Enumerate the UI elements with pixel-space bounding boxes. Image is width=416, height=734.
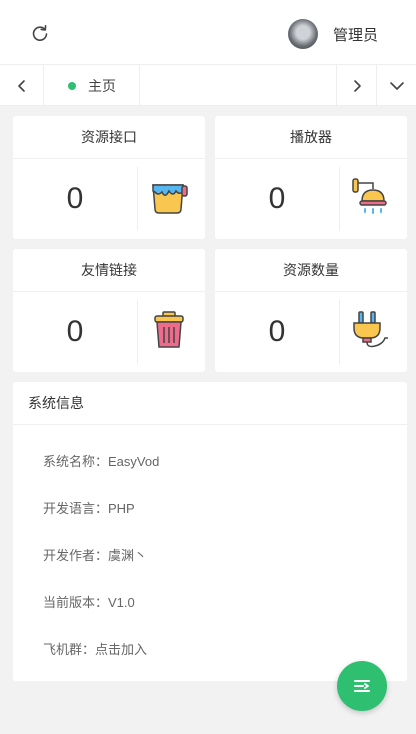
stat-card-resources[interactable]: 资源数量 0 bbox=[215, 249, 407, 372]
tab-bar: 主页 bbox=[0, 65, 416, 106]
info-language: 开发语言：PHP bbox=[43, 501, 135, 516]
username-label[interactable]: 管理员 bbox=[333, 24, 378, 45]
user-avatar[interactable] bbox=[288, 19, 318, 49]
paint-bucket-icon bbox=[149, 177, 189, 217]
divider bbox=[137, 167, 138, 231]
system-info-list: 系统名称：EasyVod 开发语言：PHP 开发作者：虞渊丶 当前版本：V1.0… bbox=[13, 437, 407, 672]
stat-card-title: 友情链接 bbox=[13, 249, 205, 292]
tab-more-button[interactable] bbox=[376, 65, 416, 106]
stat-card-api[interactable]: 资源接口 0 bbox=[13, 116, 205, 239]
power-plug-icon bbox=[351, 310, 391, 350]
tab-next-button[interactable] bbox=[336, 65, 376, 106]
stat-card-count: 0 bbox=[268, 315, 286, 348]
chevron-right-icon bbox=[353, 79, 361, 92]
divider bbox=[137, 300, 138, 364]
stat-card-player[interactable]: 播放器 0 bbox=[215, 116, 407, 239]
info-system-name: 系统名称：EasyVod bbox=[43, 454, 160, 469]
info-author: 开发作者：虞渊丶 bbox=[43, 548, 148, 563]
active-tab-dot bbox=[68, 81, 76, 90]
chevron-down-icon bbox=[389, 81, 404, 90]
stat-card-count: 0 bbox=[268, 182, 286, 215]
stat-card-title: 资源数量 bbox=[215, 249, 407, 292]
divider bbox=[339, 167, 340, 231]
menu-toggle-icon bbox=[354, 680, 370, 692]
tab-home-label: 主页 bbox=[88, 77, 116, 94]
tab-prev-button[interactable] bbox=[0, 65, 44, 106]
menu-toggle-button[interactable] bbox=[337, 661, 387, 711]
stat-card-count: 0 bbox=[66, 315, 84, 348]
stat-card-count: 0 bbox=[66, 182, 84, 215]
trash-bin-icon bbox=[149, 310, 189, 350]
system-info-title: 系统信息 bbox=[13, 382, 407, 425]
refresh-icon[interactable] bbox=[28, 21, 52, 45]
stat-card-links[interactable]: 友情链接 0 bbox=[13, 249, 205, 372]
chevron-left-icon bbox=[17, 79, 25, 92]
shower-icon bbox=[351, 177, 391, 217]
top-header: 管理员 bbox=[0, 0, 416, 65]
divider bbox=[339, 300, 340, 364]
info-version: 当前版本：V1.0 bbox=[43, 595, 135, 610]
tab-home[interactable]: 主页 bbox=[44, 65, 140, 106]
stat-card-title: 资源接口 bbox=[13, 116, 205, 159]
stat-card-title: 播放器 bbox=[215, 116, 407, 159]
system-info-card: 系统信息 系统名称：EasyVod 开发语言：PHP 开发作者：虞渊丶 当前版本… bbox=[13, 382, 407, 681]
